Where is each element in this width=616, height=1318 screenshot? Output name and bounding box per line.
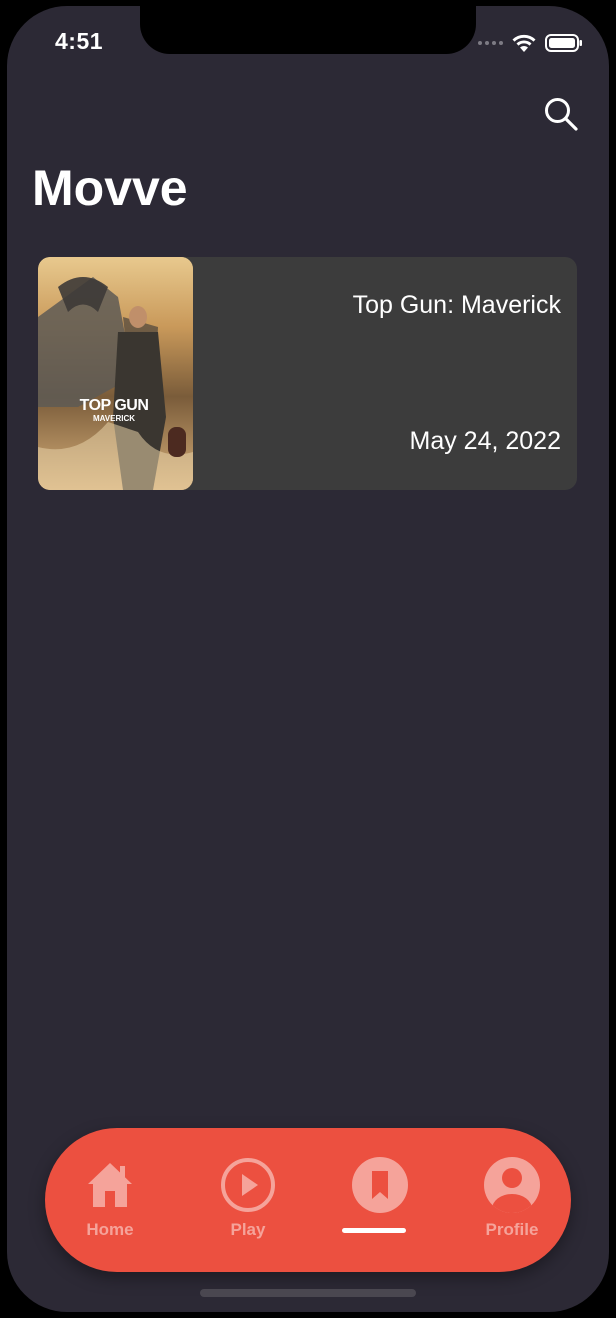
- tab-bar: Home Play Profile: [45, 1128, 571, 1272]
- profile-icon: [483, 1156, 541, 1214]
- tab-profile[interactable]: Profile: [457, 1156, 567, 1248]
- movie-poster: TOP GUN MAVERICK: [38, 257, 193, 490]
- device-frame: 4:51 Movve TOP GUN MAVERICK Top Gun: Mav…: [0, 0, 616, 1318]
- app-screen: 4:51 Movve TOP GUN MAVERICK Top Gun: Mav…: [7, 6, 609, 1312]
- page-title: Movve: [32, 160, 188, 216]
- poster-logo: TOP GUN: [79, 397, 149, 414]
- search-icon: [545, 98, 578, 131]
- home-icon: [81, 1156, 139, 1214]
- tab-bookmarks[interactable]: [325, 1156, 435, 1248]
- tab-label: Home: [86, 1220, 134, 1239]
- movie-title: Top Gun: Maverick: [352, 291, 561, 319]
- battery-icon: [545, 34, 582, 52]
- play-icon: [219, 1156, 277, 1214]
- tab-play[interactable]: Play: [193, 1156, 303, 1248]
- status-time: 4:51: [55, 28, 104, 54]
- bookmark-icon: [351, 1156, 409, 1214]
- movie-release-date: May 24, 2022: [409, 427, 562, 455]
- device-notch: [140, 6, 476, 54]
- tab-label: Play: [230, 1220, 266, 1239]
- poster-logo-subtitle: MAVERICK: [92, 414, 136, 423]
- home-indicator[interactable]: [200, 1289, 416, 1297]
- active-tab-indicator: [342, 1228, 406, 1233]
- movie-card[interactable]: TOP GUN MAVERICK Top Gun: Maverick May 2…: [38, 257, 577, 490]
- tab-label: Profile: [485, 1220, 539, 1239]
- poster-artwork: [38, 257, 193, 490]
- search-button[interactable]: [541, 94, 581, 134]
- tab-home[interactable]: Home: [55, 1156, 165, 1248]
- wifi-icon: [512, 34, 536, 52]
- cellular-signal-icon: [478, 41, 503, 45]
- status-icons: [478, 32, 583, 54]
